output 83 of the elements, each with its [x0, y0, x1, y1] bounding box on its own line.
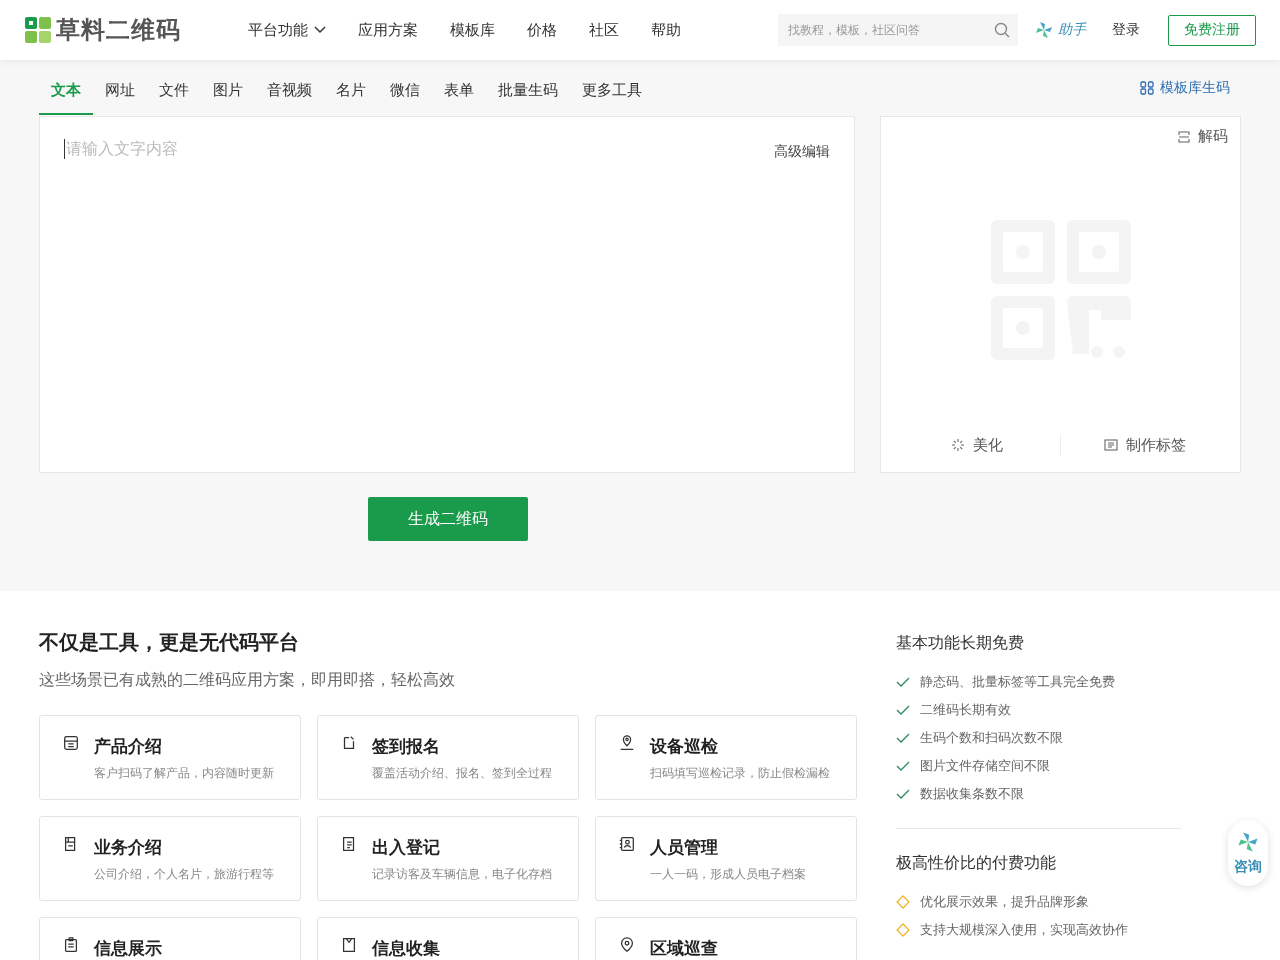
feature-item: 支持大规模深入使用，实现高效协作 — [920, 921, 1128, 939]
card-title: 出入登记 — [372, 837, 441, 859]
feature-heading: 极高性价比的付费功能 — [896, 853, 1057, 873]
nav-item[interactable]: 平台功能 — [233, 20, 341, 40]
nav-item[interactable]: 价格 — [512, 20, 572, 40]
card-description: 记录访客及车辆信息，电子化存档 — [372, 866, 552, 883]
section-subtitle: 这些场景已有成熟的二维码应用方案，即用即搭，轻松高效 — [39, 670, 456, 690]
nav-item[interactable]: 帮助 — [636, 20, 696, 40]
check-icon — [896, 705, 910, 715]
document-icon — [62, 734, 80, 752]
login-link[interactable]: 登录 — [1112, 21, 1140, 39]
card-title: 人员管理 — [650, 837, 719, 859]
feature-item: 数据收集条数不限 — [920, 785, 1024, 803]
feature-item: 图片文件存储空间不限 — [920, 757, 1050, 775]
solution-card[interactable]: 签到报名 覆盖活动介绍、报名、签到全过程 — [317, 715, 579, 800]
card-title: 业务介绍 — [94, 837, 163, 859]
tab[interactable]: 图片 — [201, 67, 255, 115]
contact-card-icon — [618, 835, 636, 853]
card-title: 信息收集 — [372, 938, 440, 960]
sparkle-icon — [950, 438, 965, 452]
card-description: 一人一码，形成人员电子档案 — [650, 866, 806, 883]
map-pin-icon — [618, 936, 636, 954]
feature-item: 二维码长期有效 — [920, 701, 1011, 719]
nav-item[interactable]: 模板库 — [435, 20, 510, 40]
card-description: 客户扫码了解产品，内容随时更新 — [94, 765, 274, 782]
pinwheel-icon — [1034, 20, 1054, 40]
nav-item[interactable]: 应用方案 — [343, 20, 433, 40]
solution-card[interactable]: 设备巡检 扫码填写巡检记录，防止假检漏检 — [595, 715, 857, 800]
preview-action[interactable]: 制作标签 — [1061, 434, 1228, 456]
card-description: 覆盖活动介绍、报名、签到全过程 — [372, 765, 552, 782]
feature-item: 生码个数和扫码次数不限 — [920, 729, 1063, 747]
template-link[interactable]: 模板库生码 — [1160, 79, 1230, 97]
check-icon — [896, 761, 910, 771]
section-title: 不仅是工具，更是无代码平台 — [39, 630, 300, 655]
register-button[interactable]: 免费注册 — [1168, 14, 1256, 46]
card-title: 签到报名 — [372, 736, 441, 758]
logo-icon — [24, 16, 52, 44]
solution-card[interactable]: 区域巡查 — [595, 917, 857, 960]
search-icon[interactable] — [994, 22, 1010, 38]
tab[interactable]: 更多工具 — [570, 67, 654, 115]
advanced-edit-link[interactable]: 高级编辑 — [774, 143, 831, 161]
solution-card[interactable]: 信息收集 — [317, 917, 579, 960]
location-pin-icon — [618, 734, 636, 752]
bag-icon — [340, 936, 358, 954]
check-icon — [896, 789, 910, 799]
tab[interactable]: 微信 — [378, 67, 432, 115]
card-description: 公司介绍，个人名片，旅游行程等 — [94, 866, 274, 883]
card-description: 扫码填写巡检记录，防止假检漏检 — [650, 765, 830, 782]
check-icon — [896, 677, 910, 687]
clipboard-icon — [62, 936, 80, 954]
card-title: 区域巡查 — [650, 938, 718, 960]
generate-button[interactable]: 生成二维码 — [367, 497, 528, 541]
search-field[interactable]: 找教程，模板，社区问答 — [778, 14, 1018, 46]
label-icon — [1103, 439, 1118, 451]
assistant-link[interactable]: 助手 — [1058, 21, 1086, 39]
grid-icon — [1140, 81, 1154, 95]
diamond-icon — [896, 923, 910, 937]
decode-link[interactable]: 解码 — [1198, 127, 1228, 146]
solution-card[interactable]: 出入登记 记录访客及车辆信息，电子化存档 — [317, 816, 579, 901]
feature-heading: 基本功能长期免费 — [896, 633, 1025, 653]
card-title: 设备巡检 — [650, 736, 719, 758]
preview-action[interactable]: 美化 — [893, 434, 1061, 456]
card-title: 产品介绍 — [94, 736, 163, 758]
scan-icon — [1178, 130, 1190, 143]
diamond-icon — [896, 895, 910, 909]
tab[interactable]: 网址 — [93, 67, 147, 115]
card-title: 信息展示 — [94, 938, 162, 960]
logo-text[interactable]: 草料二维码 — [56, 14, 181, 46]
pinwheel-icon — [1236, 830, 1260, 854]
tab[interactable]: 音视频 — [255, 67, 324, 115]
tab[interactable]: 文件 — [147, 67, 201, 115]
solution-card[interactable]: 产品介绍 客户扫码了解产品，内容随时更新 — [39, 715, 301, 800]
solution-card[interactable]: 信息展示 — [39, 917, 301, 960]
feature-item: 优化展示效果，提升品牌形象 — [920, 893, 1089, 911]
tab[interactable]: 表单 — [432, 67, 486, 115]
solution-card[interactable]: 业务介绍 公司介绍，个人名片，旅游行程等 — [39, 816, 301, 901]
check-icon — [896, 733, 910, 743]
tab[interactable]: 批量生码 — [486, 67, 570, 115]
feature-item: 静态码、批量标签等工具完全免费 — [920, 673, 1115, 691]
consult-button[interactable]: 咨询 — [1228, 820, 1268, 886]
nav-item[interactable]: 社区 — [574, 20, 634, 40]
solution-card[interactable]: 人员管理 一人一码，形成人员电子档案 — [595, 816, 857, 901]
tab[interactable]: 名片 — [324, 67, 378, 115]
